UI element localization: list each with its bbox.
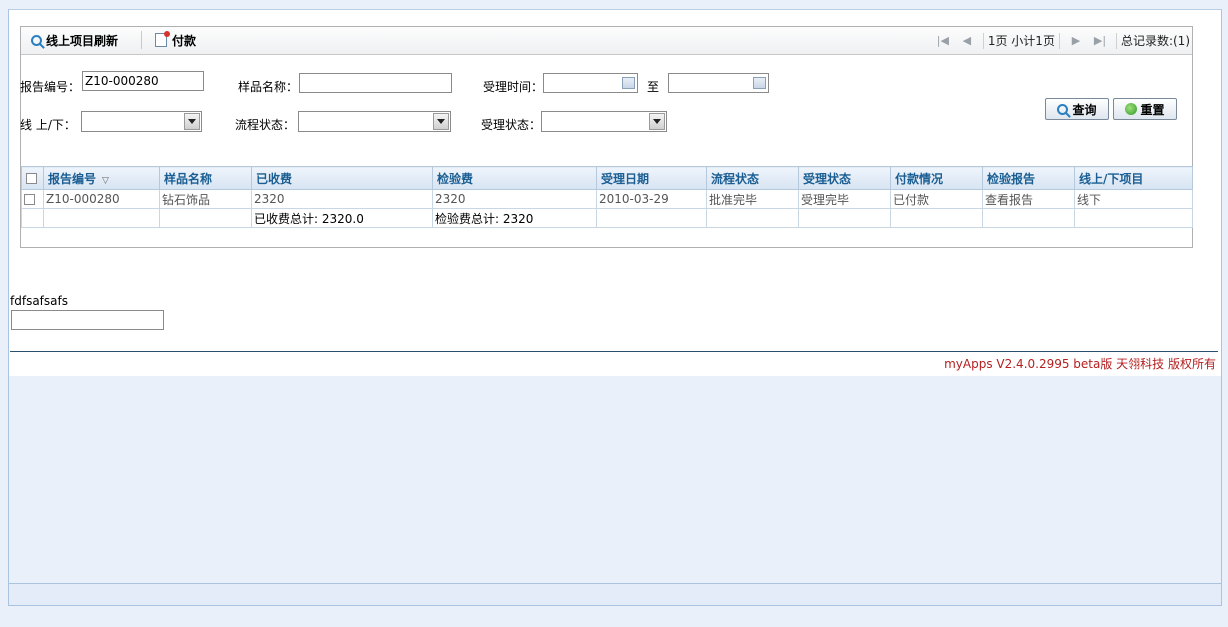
next-page-icon[interactable]: ▶ [1064,34,1088,47]
pay-button[interactable]: 付款 [155,31,196,49]
summary-cell [596,208,707,228]
select-all-checkbox[interactable] [26,173,37,184]
accept-time-from-input[interactable] [543,73,638,93]
column-header[interactable]: 线上/下项目 [1074,166,1193,190]
table-row[interactable]: Z10-000280 钻石饰品 2320 2320 2010-03-29 批准完… [21,189,1193,209]
column-header[interactable]: 样品名称 [159,166,252,190]
flow-status-cell: 批准完毕 [706,189,799,209]
query-label: 查询 [1072,102,1097,117]
fee-total: 检验费总计: 2320 [432,208,597,228]
online-label: 线 上/下： [20,118,76,132]
table-header-row: 报告编号 ▽ 样品名称 已收费 检验费 受理日期 流程状态 受理状态 付款情况 检… [21,166,1193,190]
page-info: 1页 小计1页 [987,34,1055,48]
summary-cell [982,208,1075,228]
column-header[interactable]: 受理状态 [798,166,891,190]
accept-time-label: 受理时间： [483,80,544,94]
extra-field-input[interactable] [11,310,164,330]
row-select-cell[interactable] [21,189,44,209]
accept-status-label: 受理状态： [481,118,542,132]
footer-divider [10,351,1218,352]
column-header[interactable]: 报告编号 ▽ [43,166,160,190]
column-header[interactable]: 流程状态 [706,166,799,190]
pager-separator [982,32,984,49]
summary-cell [706,208,799,228]
sort-down-icon[interactable]: ▽ [102,176,109,186]
toolbar-separator [141,31,142,49]
accept-status-select[interactable] [541,111,667,132]
online-select[interactable] [81,111,202,132]
summary-cell [1074,208,1193,228]
copyright-text: myApps V2.4.0.2995 beta版 天翎科技 版权所有 [944,357,1216,371]
payment-cell: 已付款 [890,189,983,209]
received-cell: 2320 [251,189,433,209]
pay-label: 付款 [172,33,197,48]
sample-name-cell: 钻石饰品 [159,189,252,209]
refresh-online-button[interactable]: 线上项目刷新 [31,31,118,49]
accept-status-cell: 受理完毕 [798,189,891,209]
column-header[interactable]: 已收费 [251,166,433,190]
refresh-online-label: 线上项目刷新 [46,33,119,48]
document-icon [155,31,170,47]
total-records: 总记录数:(1) [1120,34,1190,48]
last-page-icon[interactable]: ▶| [1088,34,1112,47]
accept-date-cell: 2010-03-29 [596,189,707,209]
search-icon [1057,103,1069,115]
sample-name-input[interactable] [299,73,452,93]
row-checkbox[interactable] [24,194,35,205]
calendar-icon[interactable] [753,77,766,89]
results-table: 报告编号 ▽ 样品名称 已收费 检验费 受理日期 流程状态 受理状态 付款情况 检… [21,166,1193,228]
reset-button[interactable]: 重置 [1113,98,1177,120]
column-header[interactable]: 检验报告 [982,166,1075,190]
pager: |◀ ◀ 1页 小计1页 ▶ ▶| 总记录数:(1) [931,32,1190,49]
first-page-icon[interactable]: |◀ [931,34,955,47]
lower-background [9,376,1221,583]
received-total: 已收费总计: 2320.0 [251,208,433,228]
online-offline-cell: 线下 [1074,189,1193,209]
column-header[interactable]: 受理日期 [596,166,707,190]
query-button[interactable]: 查询 [1045,98,1109,120]
view-report-link[interactable]: 查看报告 [982,189,1075,209]
accept-time-to-input[interactable] [668,73,769,93]
summary-cell [890,208,983,228]
refresh-icon [1125,103,1138,115]
search-icon [31,34,42,46]
chevron-down-icon[interactable] [649,113,665,130]
chevron-down-icon[interactable] [433,113,449,130]
reset-label: 重置 [1140,102,1165,117]
summary-row: 已收费总计: 2320.0 检验费总计: 2320 [21,208,1193,228]
flow-status-label: 流程状态： [235,118,296,132]
pager-separator [1058,32,1060,49]
chevron-down-icon[interactable] [184,113,200,130]
summary-cell [43,208,160,228]
select-all-cell[interactable] [21,166,44,190]
column-header[interactable]: 检验费 [432,166,597,190]
report-no-input[interactable]: Z10-000280 [82,71,204,91]
to-label: 至 [647,80,660,94]
toolbar: 线上项目刷新 付款 |◀ ◀ 1页 小计1页 ▶ ▶| 总记录数:(1) [21,27,1192,55]
prev-page-icon[interactable]: ◀ [955,34,979,47]
sample-name-label: 样品名称： [238,80,299,94]
calendar-icon[interactable] [622,77,635,89]
summary-cell [159,208,252,228]
extra-field-label: fdfsafsafs [10,294,68,308]
column-header[interactable]: 付款情况 [890,166,983,190]
summary-cell [21,208,44,228]
bottom-bar [8,584,1222,606]
summary-cell [798,208,891,228]
report-no-cell[interactable]: Z10-000280 [43,189,160,209]
fee-cell: 2320 [432,189,597,209]
flow-status-select[interactable] [298,111,451,132]
report-no-label: 报告编号： [20,80,81,94]
pager-separator [1115,32,1117,49]
